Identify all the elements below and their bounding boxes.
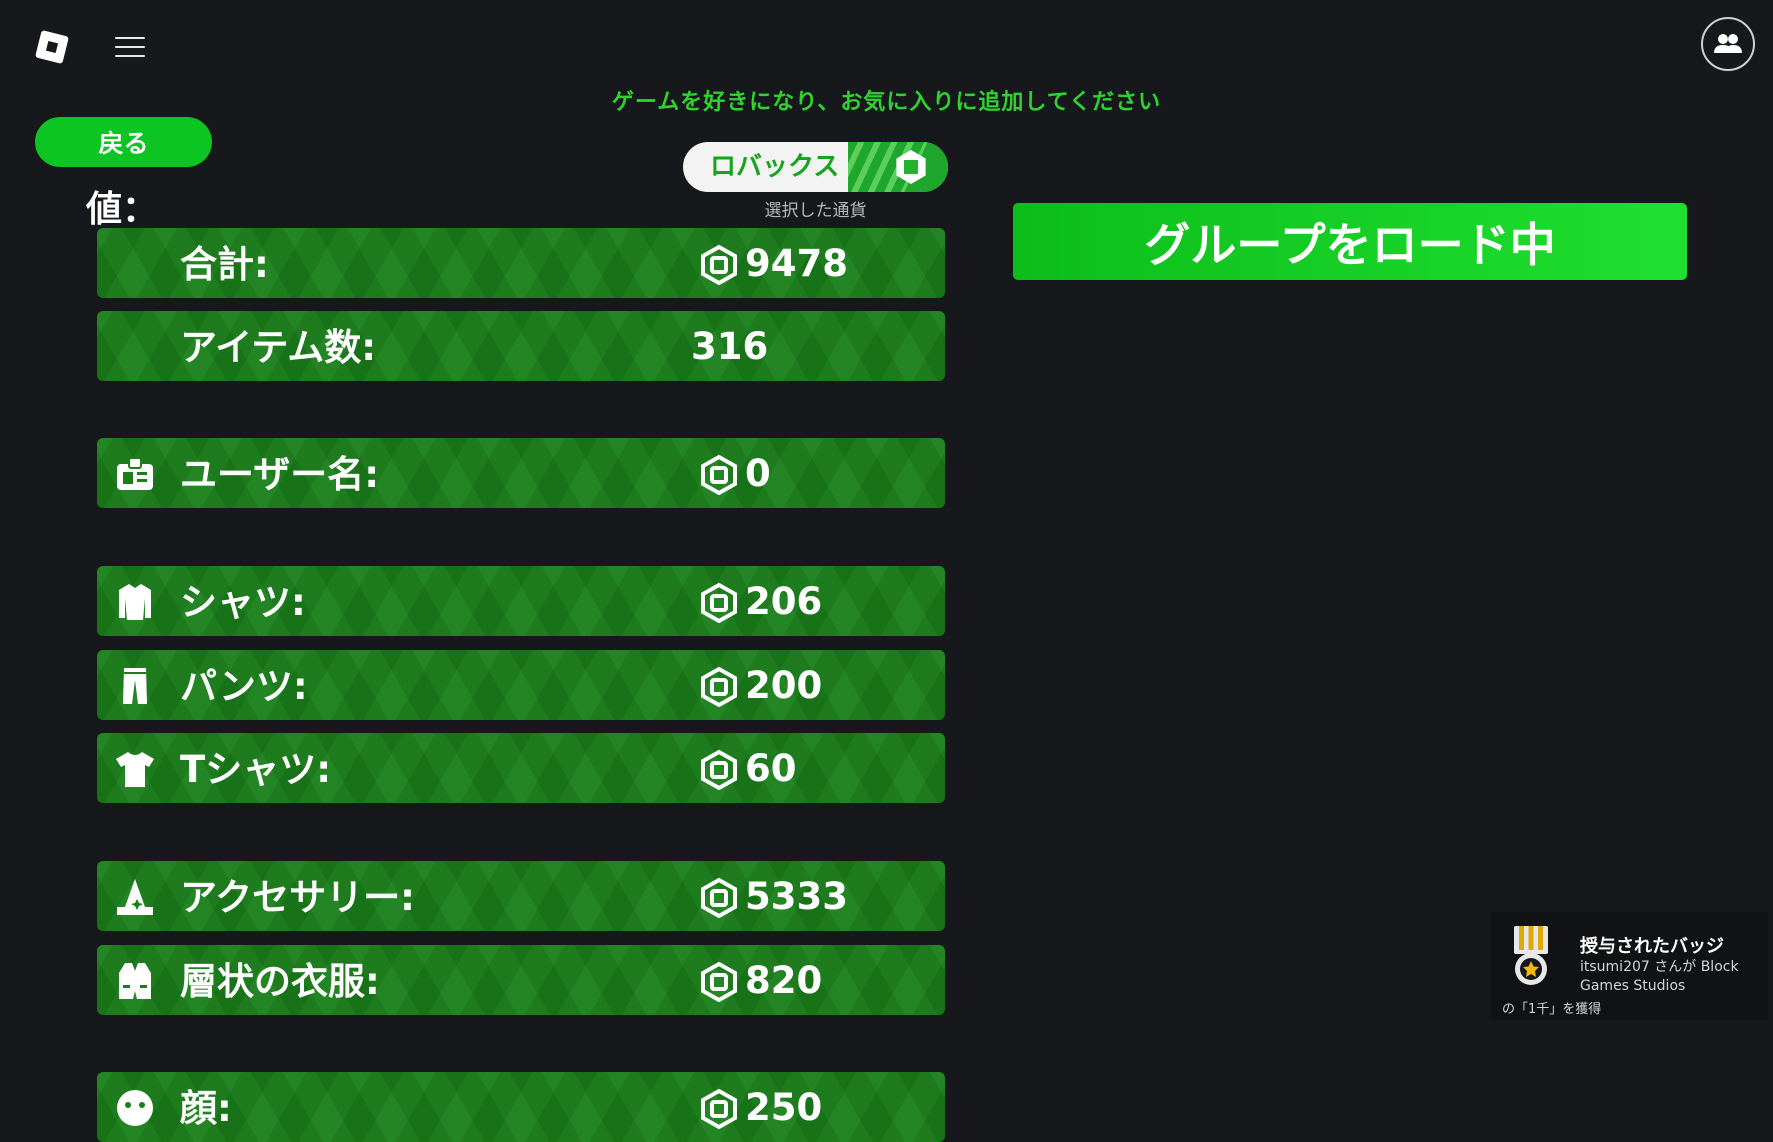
toast-tail: の「1千」を獲得: [1502, 1002, 1602, 1017]
face-icon: [117, 1090, 153, 1126]
stat-value: 60: [745, 747, 797, 790]
stat-label: 層状の衣服:: [180, 960, 380, 1003]
stat-label: アクセサリー:: [180, 876, 415, 919]
back-button[interactable]: 戻る: [35, 117, 212, 167]
robux-icon: [701, 583, 737, 623]
stat-row-layered-clothing: 層状の衣服: 820: [97, 945, 945, 1015]
stat-label: パンツ:: [180, 665, 308, 708]
stat-value: 5333: [745, 875, 848, 918]
badge-awarded-toast[interactable]: 授与されたバッジ itsumi207 さんが Block Games Studi…: [1490, 912, 1768, 1020]
stat-row-tshirts: Tシャツ: 60: [97, 733, 945, 803]
currency-label: ロバックス: [710, 152, 840, 182]
pants-icon: [123, 668, 147, 704]
robux-icon: [701, 750, 737, 790]
id-badge-icon: [117, 457, 153, 490]
robux-icon: [701, 962, 737, 1002]
stat-value: 316: [691, 325, 769, 368]
value-heading: 値：: [86, 189, 159, 230]
stat-row-accessories: アクセサリー: 5333: [97, 861, 945, 931]
stat-label: 合計:: [180, 243, 269, 286]
currency-toggle[interactable]: ロバックス: [683, 142, 948, 192]
toast-title: 授与されたバッジ: [1580, 936, 1724, 957]
stat-value: 200: [745, 664, 823, 707]
tshirt-icon: [116, 752, 154, 787]
robux-icon: [701, 878, 737, 918]
hat-icon: [117, 879, 153, 915]
stat-label: ユーザー名:: [180, 453, 380, 496]
currency-sublabel: 選択した通貨: [764, 201, 867, 221]
friends-button[interactable]: [1701, 17, 1755, 71]
robux-icon: [701, 455, 737, 495]
vest-icon: [119, 963, 151, 999]
stat-row-pants: パンツ: 200: [97, 650, 945, 720]
stat-value: 250: [745, 1086, 823, 1129]
robux-icon: [701, 667, 737, 707]
stat-value: 820: [745, 959, 823, 1002]
stat-row-username: ユーザー名: 0: [97, 438, 945, 508]
stat-label: Tシャツ:: [180, 748, 332, 791]
robux-icon: [701, 245, 737, 285]
roblox-logo[interactable]: [35, 30, 69, 64]
friends-icon: [1714, 34, 1742, 53]
stat-value: 9478: [745, 242, 848, 285]
stat-row-face: 顔: 250: [97, 1072, 945, 1142]
hamburger-menu-icon[interactable]: [115, 36, 145, 58]
stat-row-total: 合計: 9478: [97, 228, 945, 298]
stat-row-shirts: シャツ: 206: [97, 566, 945, 636]
robux-icon: [701, 1089, 737, 1129]
stat-row-item-count: アイテム数: 316: [97, 311, 945, 381]
toast-body: itsumi207 さんが Block Games Studios: [1580, 959, 1739, 994]
stat-label: 顔:: [180, 1087, 232, 1130]
stat-value: 206: [745, 580, 823, 623]
medal-icon: [1514, 926, 1548, 985]
stat-label: シャツ:: [180, 581, 306, 624]
loading-groups-button[interactable]: グループをロード中: [1013, 203, 1687, 280]
shirt-icon: [119, 584, 151, 620]
favorite-banner: ゲームを好きになり、お気に入りに追加してください: [611, 90, 1162, 115]
stat-label: アイテム数:: [180, 326, 377, 369]
stat-value: 0: [745, 452, 771, 495]
